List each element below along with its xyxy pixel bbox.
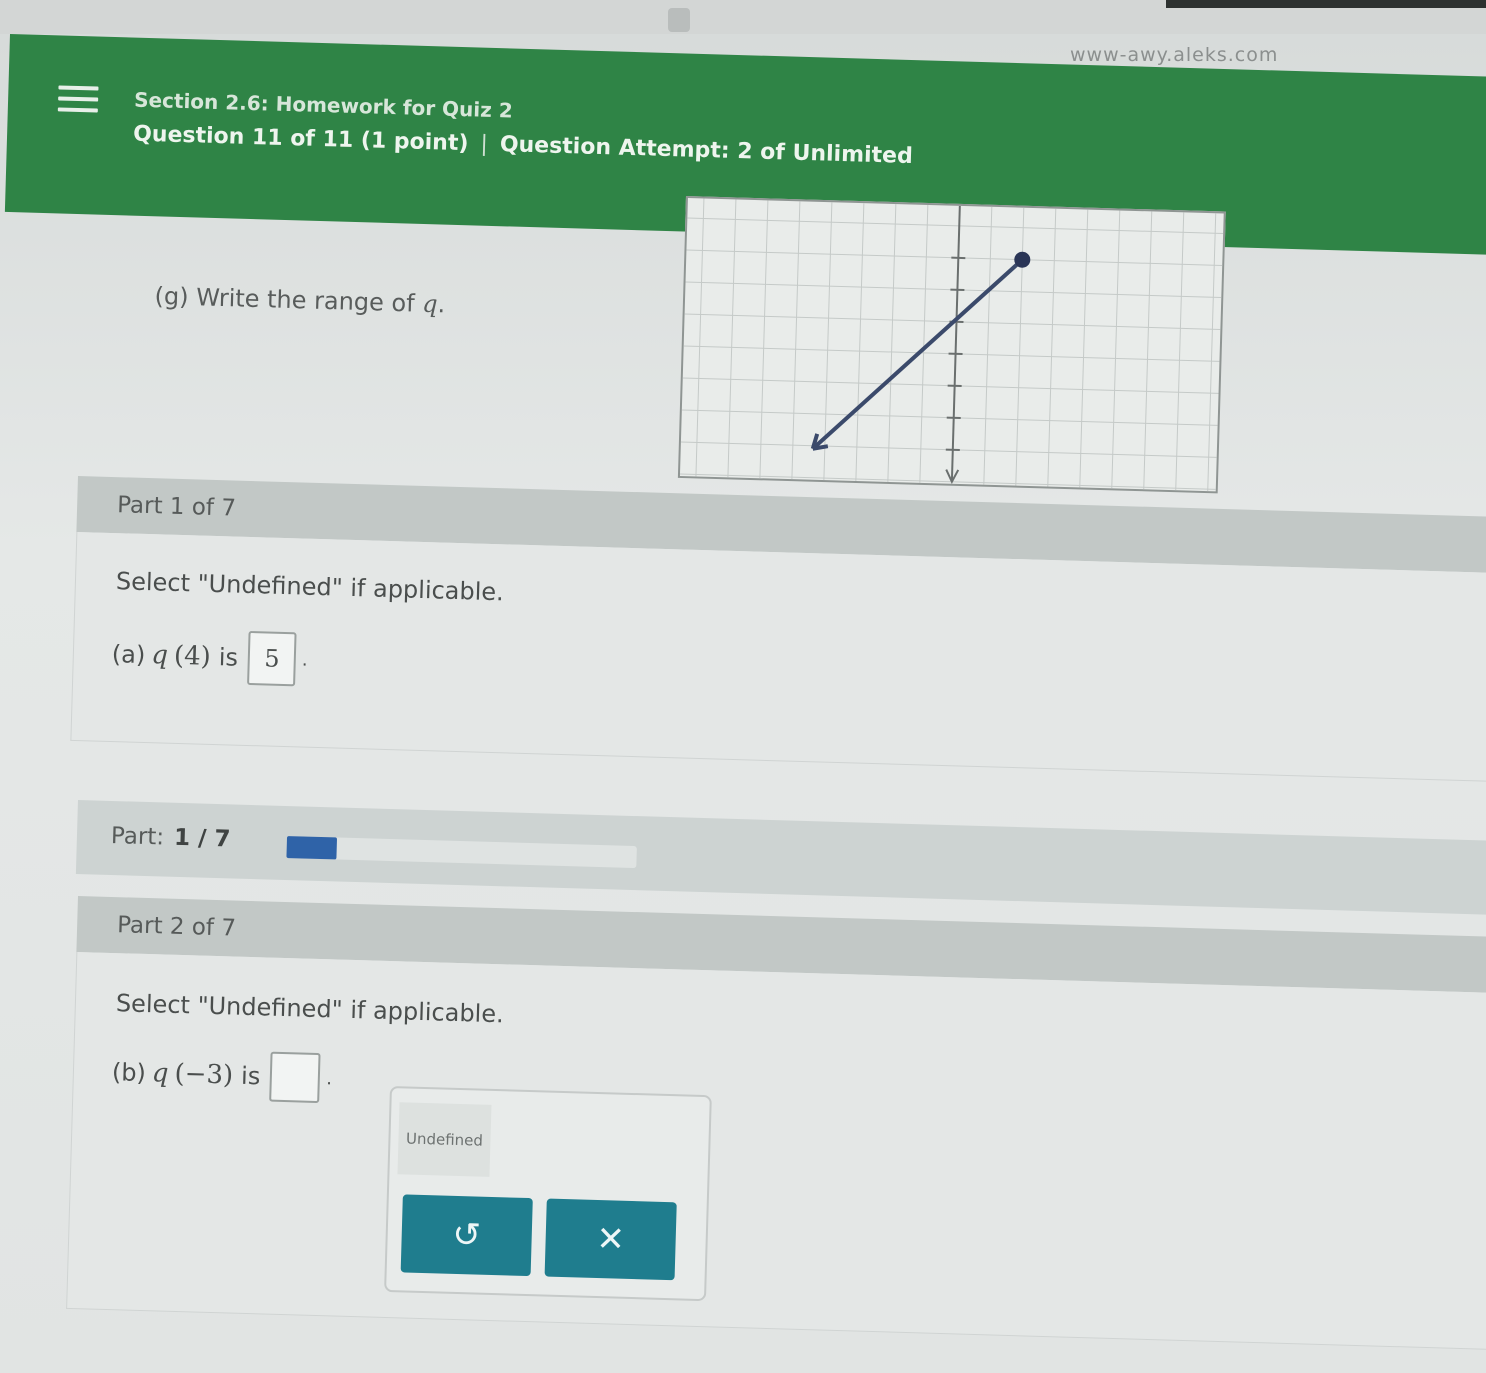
grid-line-vertical — [983, 206, 993, 485]
question-number: Question 11 of 11 (1 point) — [132, 121, 469, 157]
undo-button[interactable]: ↺ — [400, 1194, 533, 1277]
browser-top-bar — [0, 0, 1486, 34]
part-1-block: Part 1 of 7 Select "Undefined" if applic… — [70, 476, 1486, 784]
question-g-text: (g) Write the range of — [154, 282, 423, 318]
part-2-is: is — [240, 1061, 261, 1091]
grid-line-vertical — [887, 204, 897, 482]
grid-line-vertical — [1015, 207, 1025, 486]
y-axis — [950, 205, 961, 480]
question-g-prompt: (g) Write the range of q. — [154, 282, 445, 318]
question-g-suffix: . — [437, 290, 446, 319]
browser-edge — [1166, 0, 1486, 8]
grid-line-vertical — [695, 198, 705, 477]
grid-line-vertical — [1175, 212, 1185, 491]
progress-value: 1 / 7 — [173, 824, 231, 853]
grid-line-vertical — [791, 201, 801, 480]
grid-line-vertical — [1143, 211, 1153, 490]
part-1-question: (a) q(4) is 5 . — [111, 627, 308, 687]
question-info-line: Question 11 of 11 (1 point) | Question Att… — [133, 122, 913, 169]
part-1-is: is — [218, 643, 239, 672]
header-separator: | — [480, 131, 489, 157]
part-1-answer-box[interactable]: 5 — [247, 630, 297, 687]
grid-line-vertical — [1079, 209, 1089, 488]
progress-bar — [286, 836, 637, 869]
progress-label: Part: 1 / 7 — [111, 823, 231, 852]
question-g-var: q — [421, 289, 439, 319]
grid-line-vertical — [1111, 210, 1121, 489]
grid-line-vertical — [855, 203, 865, 482]
part-2-label: (b) — [111, 1058, 147, 1088]
grid-line-vertical — [759, 200, 769, 479]
clear-icon: ✕ — [595, 1219, 626, 1260]
function-graph — [677, 196, 1226, 494]
part-1-label: (a) — [111, 640, 146, 670]
part-2-period: . — [325, 1067, 333, 1089]
address-url[interactable]: www-awy.aleks.com — [1070, 44, 1278, 66]
part-2-instruction: Select "Undefined" if applicable. — [115, 989, 505, 1029]
part-progress-row: Part: 1 / 7 — [75, 800, 1486, 917]
grid-line-vertical — [1207, 213, 1217, 492]
grid-line-vertical — [1047, 208, 1057, 487]
part-1-period: . — [301, 649, 308, 671]
graph-line — [811, 258, 1024, 451]
clear-button[interactable]: ✕ — [544, 1198, 677, 1281]
part-2-func: q — [151, 1058, 169, 1089]
part-2-question: (b) q(−3) is . — [111, 1047, 333, 1104]
undo-icon: ↺ — [451, 1214, 482, 1256]
shield-icon — [668, 8, 690, 32]
part-2-block: Part 2 of 7 Select "Undefined" if applic… — [66, 896, 1486, 1352]
screen: www-awy.aleks.com Section 2.6: Homework … — [0, 0, 1486, 1373]
part-2-arg: −3 — [184, 1059, 224, 1091]
part-1-body: Select "Undefined" if applicable. (a) q(… — [70, 531, 1486, 784]
hamburger-menu-icon[interactable] — [57, 81, 99, 122]
part-2-answer-box[interactable] — [269, 1051, 322, 1104]
answer-palette: Undefined ↺ ✕ — [384, 1086, 712, 1302]
grid-line-horizontal — [679, 473, 1216, 490]
part-1-arg: 4 — [183, 641, 202, 672]
graph-svg — [679, 198, 1224, 492]
grid-line-vertical — [727, 199, 737, 478]
progress-label-text: Part: — [110, 822, 165, 851]
part-1-instruction: Select "Undefined" if applicable. — [115, 567, 505, 607]
progress-fill — [286, 836, 338, 860]
part-2-body: Select "Undefined" if applicable. (b) q(… — [66, 951, 1486, 1352]
attempt-info: Question Attempt: 2 of Unlimited — [499, 132, 914, 170]
section-title: Section 2.6: Homework for Quiz 2 — [133, 87, 514, 123]
grid-line-horizontal — [687, 217, 1224, 234]
undefined-button[interactable]: Undefined — [397, 1102, 492, 1177]
part-1-func: q — [150, 640, 169, 671]
